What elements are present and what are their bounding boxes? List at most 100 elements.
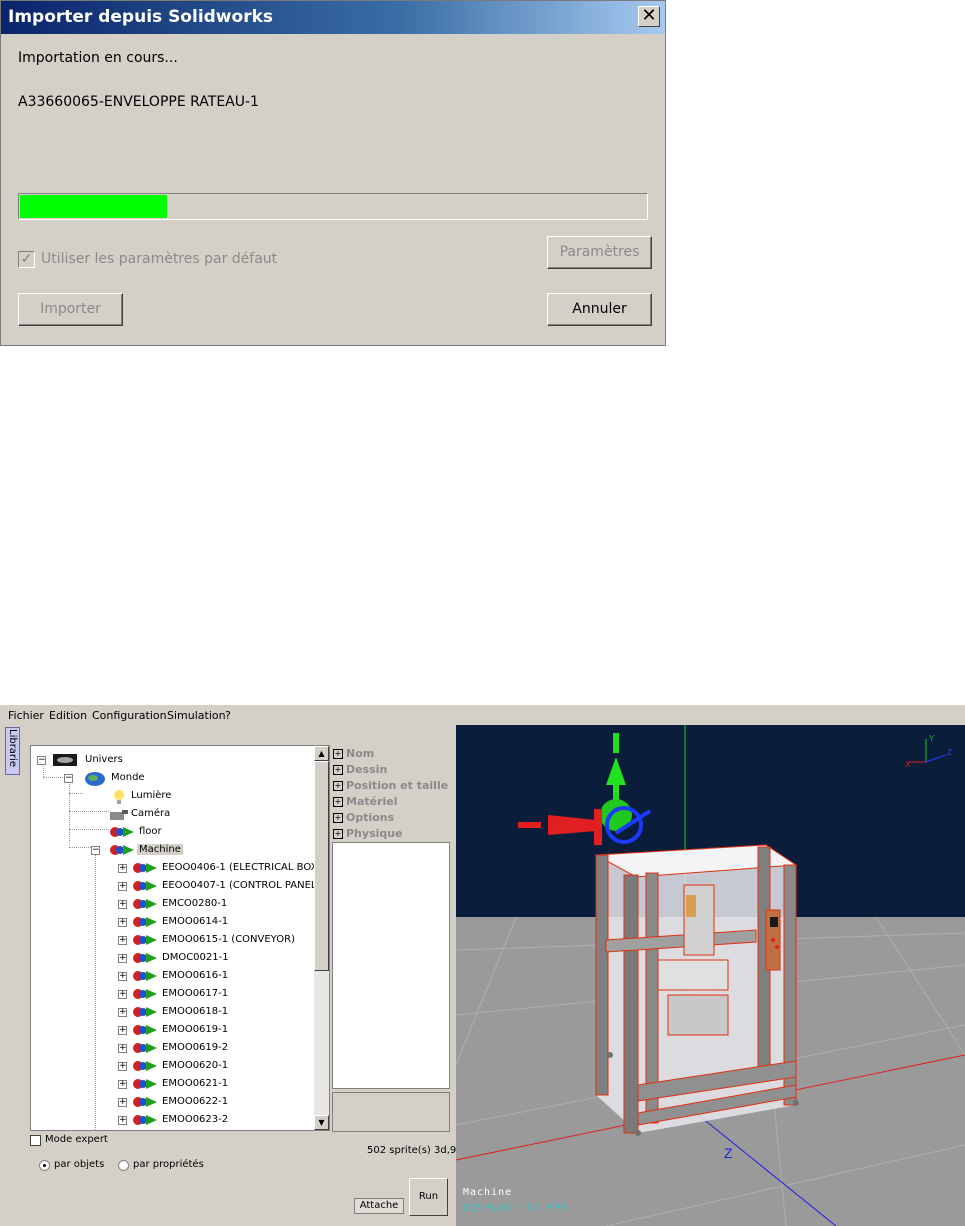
library-tab-label: Librarie: [7, 729, 18, 767]
scroll-thumb[interactable]: [314, 761, 329, 971]
object-icon: [133, 1061, 157, 1071]
expand-icon[interactable]: +: [118, 882, 127, 891]
menu-help[interactable]: ?: [225, 709, 231, 722]
menu-edition[interactable]: Edition: [49, 709, 87, 722]
tree-label-component: EMOO0619-1: [162, 1024, 229, 1035]
3d-scene: X Y Z: [456, 725, 965, 1226]
import-button[interactable]: Importer: [18, 293, 123, 326]
expand-icon[interactable]: +: [118, 864, 127, 873]
tree-label-component: DMOC0021-1: [162, 952, 229, 963]
run-button[interactable]: Run: [409, 1178, 448, 1216]
axis-z-label: Z: [724, 1145, 733, 1161]
menu-fichier[interactable]: Fichier: [8, 709, 44, 722]
radio-unselected-icon[interactable]: [118, 1160, 129, 1171]
expand-icon[interactable]: +: [333, 781, 343, 791]
dialog-title: Importer depuis Solidworks: [8, 7, 274, 27]
expand-icon[interactable]: +: [118, 918, 127, 927]
expand-icon[interactable]: +: [118, 1116, 127, 1125]
properties-footer: [332, 1092, 450, 1132]
menu-bar: Fichier Edition Configuration Simulation…: [0, 705, 965, 725]
machine-model[interactable]: [594, 844, 799, 1136]
radio-selected-icon[interactable]: [39, 1160, 50, 1171]
scroll-down-icon[interactable]: ▼: [314, 1115, 329, 1130]
light-bulb-icon: [114, 790, 124, 804]
expand-icon[interactable]: +: [118, 1026, 127, 1035]
fps-display: DISPLAY: 67 FPS: [463, 1203, 569, 1214]
expand-icon[interactable]: +: [118, 936, 127, 945]
tree-label-monde: Monde: [111, 772, 145, 783]
expand-icon[interactable]: +: [118, 972, 127, 981]
object-icon: [133, 1097, 157, 1107]
expand-icon[interactable]: +: [333, 765, 343, 775]
radio-par-objets-label: par objets: [54, 1159, 105, 1170]
expand-icon[interactable]: +: [118, 1080, 127, 1089]
expand-icon[interactable]: +: [333, 829, 343, 839]
scroll-up-icon[interactable]: ▲: [314, 746, 329, 761]
prop-position-taille[interactable]: + Position et taille: [333, 779, 448, 795]
tree-scrollbar[interactable]: ▲ ▼: [314, 746, 329, 1130]
parameters-button[interactable]: Paramètres: [547, 236, 652, 269]
mode-expert-label: Mode expert: [45, 1134, 108, 1145]
prop-materiel[interactable]: + Matériel: [333, 795, 398, 811]
collapse-icon[interactable]: −: [64, 774, 73, 783]
use-default-checkbox[interactable]: ✓: [18, 251, 35, 268]
3d-viewport[interactable]: X Y Z: [456, 725, 965, 1226]
tree-label-component: EMOO0614-1: [162, 916, 229, 927]
triad-x-label: X: [905, 760, 911, 769]
tree-label-component: EMOO0616-1: [162, 970, 229, 981]
prop-options[interactable]: + Options: [333, 811, 394, 827]
expand-icon[interactable]: +: [118, 900, 127, 909]
object-icon: [133, 881, 157, 891]
object-icon: [133, 863, 157, 873]
dialog-title-bar[interactable]: Importer depuis Solidworks ✕: [1, 1, 665, 34]
selected-object-name: Machine: [463, 1187, 513, 1198]
object-icon: [133, 935, 157, 945]
import-status-text: Importation en cours...: [18, 50, 178, 66]
tree-label-component: EMOO0622-1: [162, 1096, 229, 1107]
collapse-icon[interactable]: −: [37, 756, 46, 765]
prop-physique[interactable]: + Physique: [333, 827, 403, 843]
menu-simulation[interactable]: Simulation: [167, 709, 226, 722]
object-icon: [133, 1043, 157, 1053]
expand-icon[interactable]: +: [118, 1008, 127, 1017]
tree-label-univers: Univers: [85, 754, 123, 765]
object-icon: [133, 1115, 157, 1125]
import-dialog: Importer depuis Solidworks ✕ Importation…: [0, 0, 666, 346]
expand-icon[interactable]: +: [333, 797, 343, 807]
prop-nom[interactable]: + Nom: [333, 747, 374, 763]
current-file-text: A33660065-ENVELOPPE RATEAU-1: [18, 94, 259, 110]
expand-icon[interactable]: +: [118, 990, 127, 999]
tree-label-component: EMOO0617-1: [162, 988, 229, 999]
tree-label-component: EMOO0620-1: [162, 1060, 229, 1071]
object-icon: [133, 899, 157, 909]
use-default-label: Utiliser les paramètres par défaut: [41, 251, 278, 267]
close-icon[interactable]: ✕: [638, 6, 660, 27]
expand-icon[interactable]: +: [118, 1062, 127, 1071]
expand-icon[interactable]: +: [118, 1098, 127, 1107]
scene-tree: − Univers − Monde Lumière Caméra floor −…: [30, 745, 330, 1131]
attach-field[interactable]: Attache: [354, 1198, 404, 1214]
galaxy-icon: [53, 754, 77, 766]
library-tab[interactable]: Librarie: [5, 727, 20, 775]
expand-icon[interactable]: +: [118, 954, 127, 963]
object-icon: [133, 953, 157, 963]
properties-panel: + Nom + Dessin + Position et taille + Matéri…: [331, 745, 451, 843]
expand-icon[interactable]: +: [333, 813, 343, 823]
collapse-icon[interactable]: −: [91, 846, 100, 855]
tree-label-machine: Machine: [137, 844, 183, 855]
menu-configuration[interactable]: Configuration: [92, 709, 167, 722]
object-icon: [110, 845, 134, 855]
tree-label-component: EMOO0615-1 (CONVEYOR): [162, 934, 295, 945]
tree-label-component: EEOO0406-1 (ELECTRICAL BOX): [162, 862, 322, 873]
expand-icon[interactable]: +: [333, 749, 343, 759]
expand-icon[interactable]: +: [118, 1044, 127, 1053]
properties-content: [332, 842, 450, 1089]
mode-expert-box[interactable]: [30, 1135, 41, 1146]
cancel-button[interactable]: Annuler: [547, 293, 652, 326]
prop-dessin[interactable]: + Dessin: [333, 763, 387, 779]
radio-par-proprietes-label: par propriétés: [133, 1159, 204, 1170]
tree-label-component: EMOO0619-2: [162, 1042, 229, 1053]
tree-label-camera: Caméra: [131, 808, 171, 819]
object-icon: [133, 989, 157, 999]
simulator-window: Fichier Edition Configuration Simulation…: [0, 705, 965, 1226]
